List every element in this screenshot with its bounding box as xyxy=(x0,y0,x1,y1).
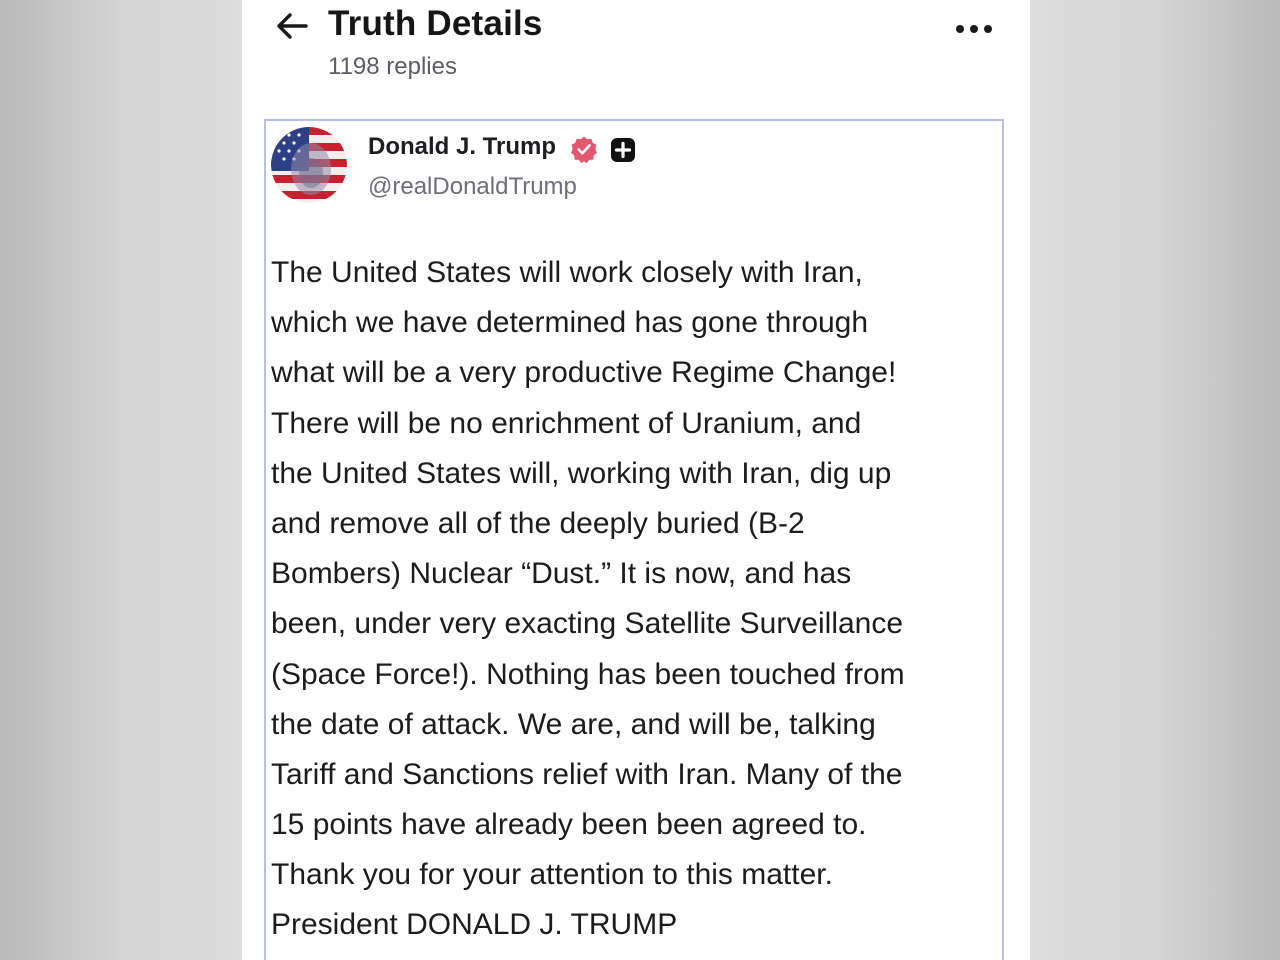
post-body-line: There will be no enrichment of Uranium, … xyxy=(271,406,862,440)
more-options-button[interactable] xyxy=(952,12,996,46)
more-horizontal-icon xyxy=(956,25,992,33)
post-body-line: and remove all of the deeply buried (B-2 xyxy=(271,506,805,540)
post-body-line: Bombers) Nuclear “Dust.” It is now, and … xyxy=(271,557,852,591)
top-bar: Truth Details 1198 replies xyxy=(242,0,1030,110)
post-body-line: The United States will work closely with… xyxy=(271,256,863,289)
post-body-line: been, under very exacting Satellite Surv… xyxy=(271,607,904,641)
post-body: The United States will work closely with… xyxy=(271,248,1003,951)
post-card: Donald J. Trump @realDonaldTrump The Uni… xyxy=(264,119,1004,960)
plus-badge-icon xyxy=(611,138,635,162)
post-body-line: the United States will, working with Ira… xyxy=(271,456,892,490)
back-button[interactable] xyxy=(272,8,312,44)
verified-badge-icon xyxy=(571,136,597,163)
page-title: Truth Details xyxy=(328,4,543,43)
post-body-line: what will be a very productive Regime Ch… xyxy=(271,356,897,390)
app-screen: Truth Details 1198 replies Donald J. Tru… xyxy=(242,0,1030,960)
author-name[interactable]: Donald J. Trump xyxy=(368,133,556,161)
author-handle[interactable]: @realDonaldTrump xyxy=(368,173,577,201)
reply-count: 1198 replies xyxy=(328,53,457,80)
post-body-line: Thank you for your attention to this mat… xyxy=(271,858,833,892)
post-body-line: the date of attack. We are, and will be,… xyxy=(271,707,876,741)
author-avatar[interactable] xyxy=(271,127,347,203)
arrow-left-icon xyxy=(277,13,308,39)
post-body-line: (Space Force!). Nothing has been touched… xyxy=(271,657,905,691)
post-body-line: 15 points have already been been agreed … xyxy=(271,808,867,842)
post-body-line: Tariff and Sanctions relief with Iran. M… xyxy=(271,757,903,791)
post-body-line: which we have determined has gone throug… xyxy=(271,306,869,340)
flag-portrait-avatar xyxy=(271,127,347,203)
post-body-line: President DONALD J. TRUMP xyxy=(271,908,678,942)
